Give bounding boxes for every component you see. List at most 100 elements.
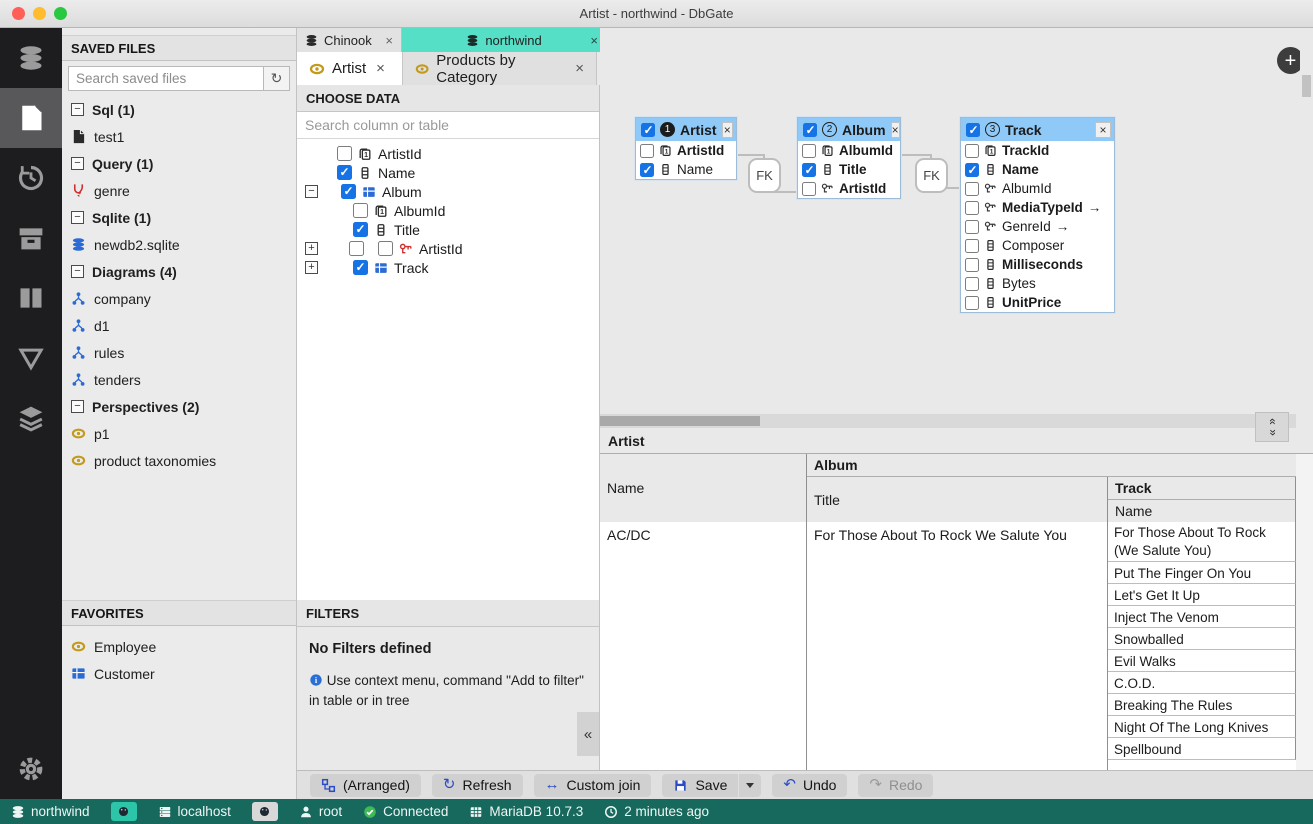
remove-table-button[interactable]: × — [891, 122, 900, 138]
checkbox[interactable] — [802, 182, 816, 196]
scrollbar-thumb[interactable] — [1302, 75, 1311, 97]
rail-archive-button[interactable] — [0, 208, 62, 268]
tab-northwind[interactable]: northwind × — [402, 28, 607, 52]
grid-header-track[interactable]: Track — [1108, 477, 1296, 500]
checkbox[interactable] — [965, 296, 979, 310]
rail-cell-data-button[interactable] — [0, 328, 62, 388]
checkbox[interactable] — [640, 144, 654, 158]
designer-column[interactable]: MediaTypeId→ — [961, 198, 1114, 217]
database-color-badge[interactable] — [111, 802, 137, 821]
favorite-item-employee[interactable]: Employee — [62, 633, 296, 660]
grid-cell-track[interactable]: Evil Walks — [1108, 650, 1296, 672]
tab-chinook[interactable]: Chinook × — [297, 28, 402, 52]
close-tab-icon[interactable]: × — [376, 60, 385, 77]
grid-cell-track[interactable]: Let's Get It Up — [1108, 584, 1296, 606]
grid-header-album[interactable]: Album — [807, 454, 1313, 477]
checkbox[interactable] — [965, 182, 979, 196]
grid-cell-track[interactable]: Breaking The Rules — [1108, 694, 1296, 716]
favorite-item-customer[interactable]: Customer — [62, 660, 296, 687]
tree-group-perspectives[interactable]: −Perspectives (2) — [62, 393, 296, 420]
designer-column[interactable]: ArtistId — [636, 141, 736, 160]
checkbox[interactable] — [337, 146, 352, 161]
tree-item-newdb2[interactable]: newdb2.sqlite — [62, 231, 296, 258]
designer-column[interactable]: Milliseconds — [961, 255, 1114, 274]
checkbox[interactable] — [353, 260, 368, 275]
checkbox[interactable] — [802, 144, 816, 158]
tree-group-sqlite[interactable]: −Sqlite (1) — [62, 204, 296, 231]
grid-cell-track[interactable]: Night Of The Long Knives — [1108, 716, 1296, 738]
rail-plugins-button[interactable] — [0, 268, 62, 328]
designer-column[interactable]: Title — [798, 160, 900, 179]
designer-column[interactable]: GenreId→ — [961, 217, 1114, 236]
minimize-window-button[interactable] — [33, 7, 46, 20]
expand-icon[interactable]: + — [305, 242, 318, 255]
undo-button[interactable]: ↶ Undo — [772, 774, 847, 797]
window-controls[interactable] — [12, 7, 67, 20]
collapse-icon[interactable]: − — [71, 400, 84, 413]
tree-item-genre[interactable]: genre — [62, 177, 296, 204]
scrollbar-thumb[interactable] — [600, 416, 760, 426]
checkbox[interactable] — [341, 184, 356, 199]
rail-files-button[interactable] — [0, 88, 62, 148]
designer-column[interactable]: AlbumId — [961, 179, 1114, 198]
status-database[interactable]: northwind — [11, 804, 90, 819]
designer-table-album-header[interactable]: 2 Album × — [798, 118, 900, 141]
tree-item-company[interactable]: company — [62, 285, 296, 312]
tree-table-track[interactable]: + Track — [297, 258, 599, 277]
collapse-icon[interactable]: − — [71, 265, 84, 278]
save-options-dropdown[interactable] — [739, 774, 761, 797]
rail-app-layers-button[interactable] — [0, 388, 62, 448]
collapse-panel-button[interactable]: « — [577, 712, 599, 756]
grid-header-album-title[interactable]: Title — [807, 477, 1108, 522]
checkbox[interactable] — [965, 201, 979, 215]
grid-cell-album-title[interactable]: For Those About To Rock We Salute You — [807, 522, 1108, 770]
checkbox[interactable] — [378, 241, 393, 256]
tree-column-artistid[interactable]: ArtistId — [297, 144, 599, 163]
close-window-button[interactable] — [12, 7, 25, 20]
grid-cell-track[interactable]: For Those About To Rock (We Salute You) — [1108, 522, 1296, 562]
tree-item-p1[interactable]: p1 — [62, 420, 296, 447]
grid-cell-track[interactable]: Put The Finger On You — [1108, 562, 1296, 584]
rail-settings-button[interactable] — [0, 739, 62, 799]
checkbox[interactable] — [353, 203, 368, 218]
designer-table-artist[interactable]: 1 Artist × ArtistId Name — [635, 117, 737, 180]
tree-item-product-taxonomies[interactable]: product taxonomies — [62, 447, 296, 474]
designer-column[interactable]: Bytes — [961, 274, 1114, 293]
checkbox[interactable] — [640, 163, 654, 177]
fk-join-badge[interactable]: FK — [748, 158, 781, 193]
checkbox[interactable] — [803, 123, 817, 137]
tree-group-diagrams[interactable]: −Diagrams (4) — [62, 258, 296, 285]
checkbox[interactable] — [965, 239, 979, 253]
close-tab-icon[interactable]: × — [385, 33, 393, 48]
tree-item-test1[interactable]: test1 — [62, 123, 296, 150]
checkbox[interactable] — [965, 277, 979, 291]
collapse-icon[interactable]: − — [71, 157, 84, 170]
grid-cell-track[interactable]: Snowballed — [1108, 628, 1296, 650]
tree-table-album[interactable]: − Album — [297, 182, 599, 201]
designer-table-track-header[interactable]: 3 Track × — [961, 118, 1114, 141]
grid-root-header[interactable]: Artist — [600, 428, 1313, 454]
checkbox[interactable] — [965, 258, 979, 272]
tree-column-name[interactable]: Name — [297, 163, 599, 182]
checkbox[interactable] — [641, 123, 655, 137]
tree-item-tenders[interactable]: tenders — [62, 366, 296, 393]
designer-column[interactable]: Name — [961, 160, 1114, 179]
tree-column-artistid-fk[interactable]: + ArtistId — [297, 239, 599, 258]
status-server[interactable]: localhost — [158, 804, 231, 819]
checkbox[interactable] — [965, 144, 979, 158]
tree-item-rules[interactable]: rules — [62, 339, 296, 366]
rail-database-button[interactable] — [0, 28, 62, 88]
designer-table-artist-header[interactable]: 1 Artist × — [636, 118, 736, 141]
fk-join-badge[interactable]: FK — [915, 158, 948, 193]
tab-products-by-category[interactable]: Products by Category × — [403, 52, 597, 85]
designer-column[interactable]: ArtistId — [798, 179, 900, 198]
maximize-window-button[interactable] — [54, 7, 67, 20]
remove-table-button[interactable]: × — [722, 122, 733, 138]
tree-group-sql[interactable]: −Sql (1) — [62, 96, 296, 123]
checkbox[interactable] — [966, 123, 980, 137]
designer-table-album[interactable]: 2 Album × AlbumId Title ArtistId — [797, 117, 901, 199]
checkbox[interactable] — [349, 241, 364, 256]
checkbox[interactable] — [353, 222, 368, 237]
remove-table-button[interactable]: × — [1095, 122, 1111, 138]
designer-column[interactable]: UnitPrice — [961, 293, 1114, 312]
